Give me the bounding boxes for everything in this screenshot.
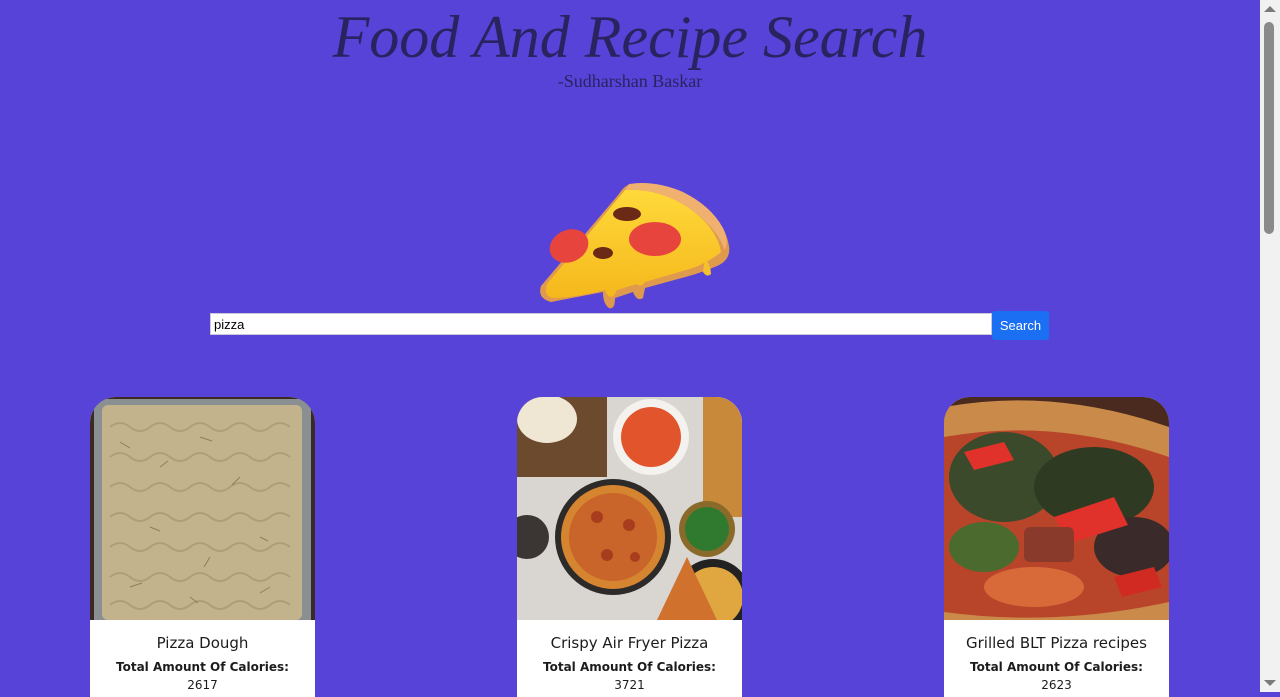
recipe-calories: Total Amount Of Calories: 2617 kcal <box>90 658 315 697</box>
grilled-blt-pizza-photo <box>944 397 1169 620</box>
calories-value: 3721 <box>614 678 645 692</box>
recipe-card[interactable]: Pizza Dough Total Amount Of Calories: 26… <box>90 397 315 697</box>
recipe-card[interactable]: Grilled BLT Pizza recipes Total Amount O… <box>944 397 1169 697</box>
calories-label: Total Amount Of Calories: <box>116 660 289 674</box>
recipe-card[interactable]: Crispy Air Fryer Pizza Total Amount Of C… <box>517 397 742 697</box>
page-title: Food And Recipe Search <box>332 4 928 70</box>
author-credit: -Sudharshan Baskar <box>557 71 703 91</box>
scroll-thumb[interactable] <box>1264 22 1274 234</box>
recipe-calories: Total Amount Of Calories: 2623 kcal <box>944 658 1169 697</box>
pizza-dough-photo <box>90 397 315 620</box>
vertical-scrollbar[interactable] <box>1260 0 1280 692</box>
scroll-up-arrow-icon[interactable] <box>1264 6 1276 12</box>
air-fryer-pizza-photo <box>517 397 742 620</box>
recipe-name: Grilled BLT Pizza recipes <box>966 634 1147 652</box>
calories-value: 2623 <box>1041 678 1072 692</box>
calories-label: Total Amount Of Calories: <box>970 660 1143 674</box>
search-input[interactable] <box>210 313 992 335</box>
search-button[interactable]: Search <box>992 311 1049 340</box>
calories-value: 2617 <box>187 678 218 692</box>
recipe-name: Pizza Dough <box>156 634 249 652</box>
calories-label: Total Amount Of Calories: <box>543 660 716 674</box>
pizza-slice-icon <box>540 183 730 309</box>
recipe-calories: Total Amount Of Calories: 3721 kcal <box>517 658 742 697</box>
scroll-down-arrow-icon[interactable] <box>1264 680 1276 686</box>
recipe-name: Crispy Air Fryer Pizza <box>550 634 709 652</box>
